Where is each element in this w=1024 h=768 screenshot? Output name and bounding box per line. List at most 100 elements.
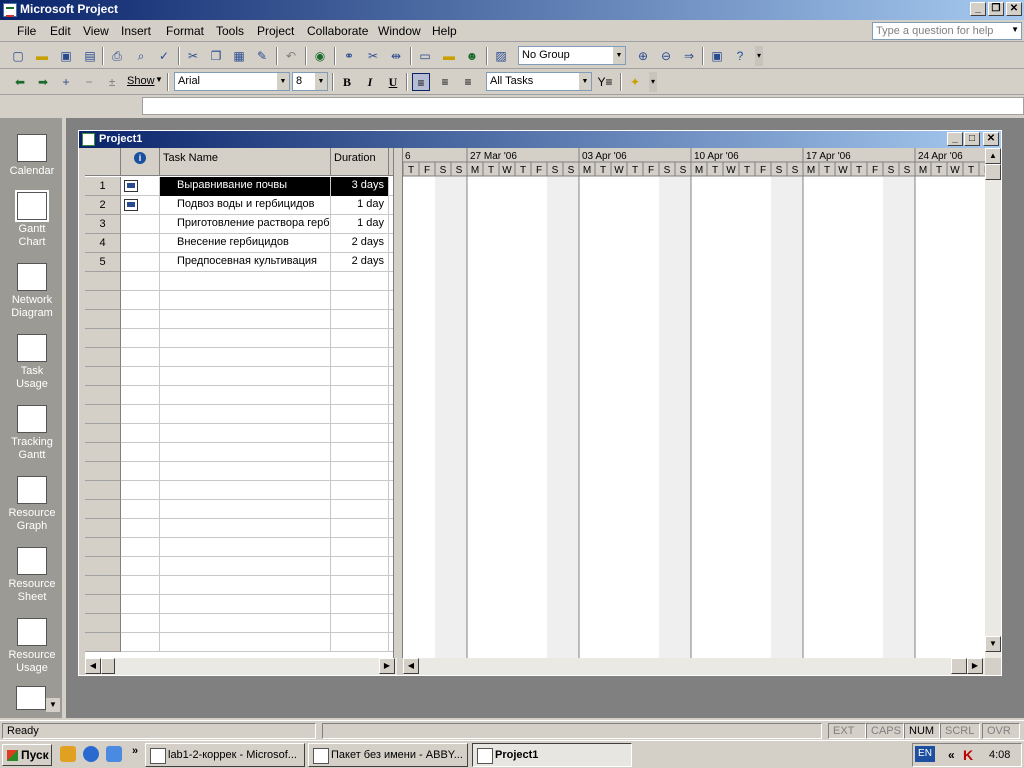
menu-tools[interactable]: Tools — [216, 24, 244, 38]
row-number[interactable] — [85, 443, 121, 462]
kaspersky-icon[interactable]: K — [963, 747, 973, 763]
indicator-cell[interactable] — [121, 196, 160, 215]
scroll-thumb[interactable] — [985, 164, 1001, 180]
maximize-window-button[interactable]: □ — [964, 132, 980, 146]
duration-cell[interactable] — [331, 405, 389, 424]
vertical-scrollbar[interactable]: ▲ ▼ — [985, 148, 1001, 658]
task-name-cell[interactable] — [160, 614, 331, 633]
task-name-cell[interactable] — [160, 557, 331, 576]
duration-cell[interactable] — [331, 481, 389, 500]
format-painter-icon[interactable]: ✎ — [253, 47, 271, 65]
open-icon[interactable]: ▬ — [33, 47, 51, 65]
taskbar-abbyy[interactable]: Пакет без имени - ABBY... — [308, 743, 468, 767]
row-number[interactable]: 5 — [85, 253, 121, 272]
duration-header[interactable]: Duration — [331, 148, 389, 176]
link-tasks-icon[interactable]: ⚭ — [340, 47, 358, 65]
task-name-cell[interactable] — [160, 443, 331, 462]
empty-row[interactable] — [85, 367, 393, 386]
duration-cell[interactable]: 3 days — [331, 177, 389, 196]
menu-project[interactable]: Project — [257, 24, 294, 38]
row-number[interactable] — [85, 310, 121, 329]
task-name-cell[interactable] — [160, 386, 331, 405]
row-number[interactable]: 2 — [85, 196, 121, 215]
task-name-cell[interactable] — [160, 291, 331, 310]
empty-row[interactable] — [85, 462, 393, 481]
indicator-cell[interactable] — [121, 595, 160, 614]
scroll-left-icon[interactable]: ◀ — [85, 658, 101, 674]
indicator-cell[interactable] — [121, 291, 160, 310]
undo-icon[interactable]: ↶ — [282, 47, 300, 65]
view-resource-usage[interactable]: Resource Usage — [0, 610, 64, 680]
empty-row[interactable] — [85, 557, 393, 576]
task-name-cell[interactable] — [160, 462, 331, 481]
duration-cell[interactable] — [331, 424, 389, 443]
split-task-icon[interactable]: ⇹ — [387, 47, 405, 65]
duration-cell[interactable] — [331, 329, 389, 348]
task-name-cell[interactable] — [160, 367, 331, 386]
indicator-cell[interactable] — [121, 462, 160, 481]
taskbar-word[interactable]: lab1-2-коррек - Microsof... — [145, 743, 305, 767]
row-number[interactable] — [85, 538, 121, 557]
indicator-cell[interactable] — [121, 234, 160, 253]
indicator-cell[interactable] — [121, 614, 160, 633]
duration-cell[interactable] — [331, 633, 389, 652]
empty-row[interactable] — [85, 310, 393, 329]
table-horizontal-scrollbar[interactable]: ◀ ▶ — [85, 658, 397, 675]
empty-row[interactable] — [85, 595, 393, 614]
duration-cell[interactable] — [331, 557, 389, 576]
more-views-icon[interactable] — [16, 686, 46, 710]
copy-picture-office-icon[interactable]: ▣ — [708, 47, 726, 65]
align-center-icon[interactable]: ≡ — [436, 73, 454, 91]
indicator-cell[interactable] — [121, 272, 160, 291]
task-name-cell[interactable] — [160, 329, 331, 348]
menu-insert[interactable]: Insert — [121, 24, 151, 38]
empty-row[interactable] — [85, 329, 393, 348]
empty-row[interactable] — [85, 405, 393, 424]
row-number[interactable] — [85, 367, 121, 386]
row-number[interactable] — [85, 462, 121, 481]
row-number[interactable] — [85, 481, 121, 500]
table-row[interactable]: 3 Приготовление раствора герб 1 day — [85, 215, 393, 234]
table-row[interactable]: 1 Выравнивание почвы 3 days — [85, 177, 393, 196]
scroll-left-icon[interactable]: ◀ — [403, 658, 419, 674]
underline-button[interactable]: U — [384, 73, 402, 91]
duration-cell[interactable] — [331, 614, 389, 633]
close-button[interactable]: ✕ — [1006, 2, 1022, 16]
view-tracking-gantt[interactable]: Tracking Gantt — [0, 397, 64, 467]
indicator-cell[interactable] — [121, 329, 160, 348]
menu-edit[interactable]: Edit — [50, 24, 71, 38]
scroll-right-icon[interactable]: ▶ — [967, 658, 983, 674]
task-information-icon[interactable]: ▭ — [416, 47, 434, 65]
task-name-cell[interactable] — [160, 272, 331, 291]
row-number[interactable]: 1 — [85, 177, 121, 196]
gantt-wizard-icon[interactable]: ✦ — [626, 73, 644, 91]
save-icon[interactable]: ▣ — [57, 47, 75, 65]
outdent-icon[interactable]: ⬅ — [11, 73, 29, 91]
indicator-cell[interactable] — [121, 215, 160, 234]
view-resource-sheet[interactable]: Resource Sheet — [0, 539, 64, 609]
print-icon[interactable]: ⎙ — [108, 47, 126, 65]
select-all-cell[interactable] — [85, 148, 121, 176]
minimize-window-button[interactable]: _ — [947, 132, 963, 146]
minimize-button[interactable]: _ — [970, 2, 986, 16]
empty-row[interactable] — [85, 272, 393, 291]
task-name-cell[interactable]: Предпосевная культивация — [160, 253, 331, 272]
ask-question-box[interactable]: Type a question for help ▼ — [872, 22, 1022, 40]
empty-row[interactable] — [85, 443, 393, 462]
indicator-cell[interactable] — [121, 177, 160, 196]
row-number[interactable] — [85, 576, 121, 595]
row-number[interactable] — [85, 500, 121, 519]
row-number[interactable] — [85, 614, 121, 633]
row-number[interactable] — [85, 633, 121, 652]
duration-cell[interactable] — [331, 272, 389, 291]
bold-button[interactable]: B — [338, 73, 356, 91]
hide-subtasks-icon[interactable]: − — [80, 73, 98, 91]
row-number[interactable] — [85, 519, 121, 538]
duration-cell[interactable] — [331, 462, 389, 481]
duration-cell[interactable] — [331, 310, 389, 329]
task-name-cell[interactable] — [160, 405, 331, 424]
entry-bar[interactable] — [142, 97, 1024, 115]
show-subtasks-icon[interactable]: + — [57, 73, 75, 91]
align-left-icon[interactable]: ≡ — [412, 73, 430, 91]
duration-cell[interactable] — [331, 595, 389, 614]
